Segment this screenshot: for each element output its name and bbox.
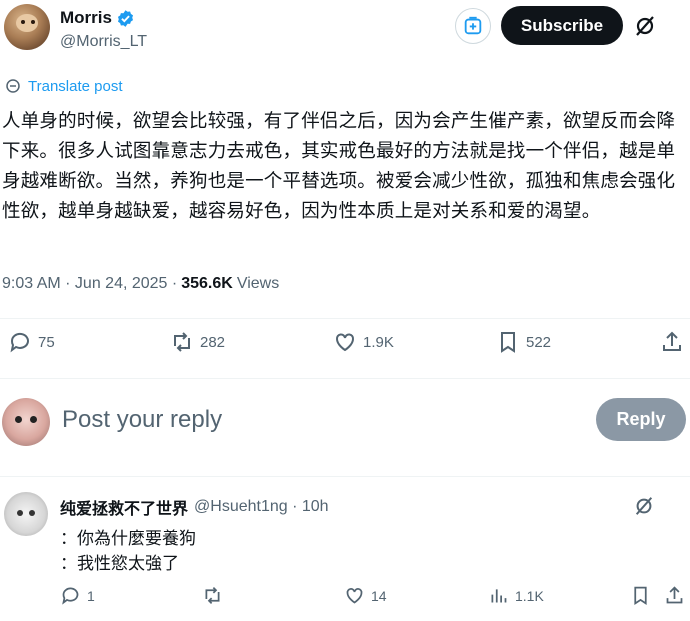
reply-icon	[62, 587, 79, 605]
divider	[0, 318, 690, 319]
commenter-name-row: 纯爱拯救不了世界 @Hsueht1ng · 10h	[60, 495, 329, 519]
comment-line: ：你為什麼要養狗	[60, 529, 196, 548]
translate-label[interactable]: Translate post	[28, 78, 123, 95]
author-handle[interactable]: @Morris_LT	[60, 33, 147, 51]
comment-reply-count: 1	[87, 587, 95, 604]
grok-icon[interactable]	[633, 14, 657, 38]
divider	[0, 378, 690, 379]
author-name[interactable]: Morris	[60, 8, 112, 28]
reply-count: 75	[38, 333, 55, 351]
views-count: 356.6K	[181, 275, 233, 292]
bookmark-count: 522	[526, 333, 552, 351]
post-meta: 9:03 AM · Jun 24, 2025 · 356.6K Views	[2, 275, 279, 293]
comment-reply-action[interactable]: 1	[60, 585, 95, 606]
bookmark-action[interactable]: 522	[496, 330, 551, 354]
post-actions: 75 282 1.9K 522	[0, 330, 690, 366]
comment-views-count: 1.1K	[515, 587, 544, 604]
repost-icon	[205, 587, 220, 604]
comment-views-action[interactable]: 1.1K	[488, 585, 544, 606]
reply-comment[interactable]: 纯爱拯救不了世界 @Hsueht1ng · 10h ：你為什麼要養狗 ：我性慾太…	[0, 482, 690, 621]
share-icon	[666, 586, 683, 604]
heart-icon	[336, 333, 354, 352]
comment-share-action[interactable]	[664, 585, 685, 606]
post-header: Morris @Morris_LT Subscribe	[0, 0, 690, 60]
translate-icon	[6, 79, 20, 93]
translate-post-link[interactable]: Translate post	[4, 77, 123, 95]
reply-composer: Post your reply Reply	[0, 390, 690, 452]
reply-action[interactable]: 75	[8, 330, 55, 354]
commenter-handle[interactable]: @Hsueht1ng · 10h	[194, 498, 329, 516]
comment-bookmark-action[interactable]	[630, 585, 651, 606]
heart-icon	[346, 588, 363, 604]
like-count: 1.9K	[363, 333, 394, 351]
like-action[interactable]: 1.9K	[333, 330, 394, 354]
reply-input[interactable]: Post your reply	[62, 406, 222, 434]
divider	[0, 476, 690, 477]
bookmark-icon	[634, 586, 647, 606]
post-text: 人单身的时候，欲望会比较强，有了伴侣之后，因为会产生催产素，欲望反而会降下来。很…	[2, 110, 676, 221]
commenter-avatar[interactable]	[4, 492, 48, 536]
views-bar-chart-icon	[491, 589, 507, 603]
subscribe-button[interactable]: Subscribe	[501, 6, 623, 45]
verified-badge-icon	[117, 9, 133, 27]
comment-like-count: 14	[371, 587, 387, 604]
reply-icon	[10, 332, 29, 353]
share-action[interactable]	[660, 330, 684, 354]
subscription-badge-icon	[464, 16, 482, 35]
comment-repost-action[interactable]	[202, 585, 223, 606]
comment-like-action[interactable]: 14	[344, 585, 387, 606]
subscriptions-icon-button[interactable]	[455, 8, 491, 44]
reply-button[interactable]: Reply	[596, 398, 686, 441]
repost-action[interactable]: 282	[170, 330, 225, 354]
current-user-avatar[interactable]	[2, 398, 50, 446]
grok-icon[interactable]	[633, 495, 655, 517]
author-name-row[interactable]: Morris	[60, 8, 135, 28]
views-label: Views	[236, 275, 280, 292]
post-timestamp[interactable]: 9:03 AM · Jun 24, 2025 ·	[2, 275, 177, 293]
commenter-name[interactable]: 纯爱拯救不了世界	[60, 495, 188, 519]
repost-count: 282	[200, 333, 226, 351]
comment-line: ：我性慾太強了	[60, 554, 179, 573]
comment-actions: 1 14 1.1K	[0, 585, 690, 613]
repost-icon	[174, 332, 190, 352]
share-icon	[663, 331, 681, 351]
author-avatar[interactable]	[4, 4, 50, 50]
bookmark-icon	[501, 332, 515, 353]
